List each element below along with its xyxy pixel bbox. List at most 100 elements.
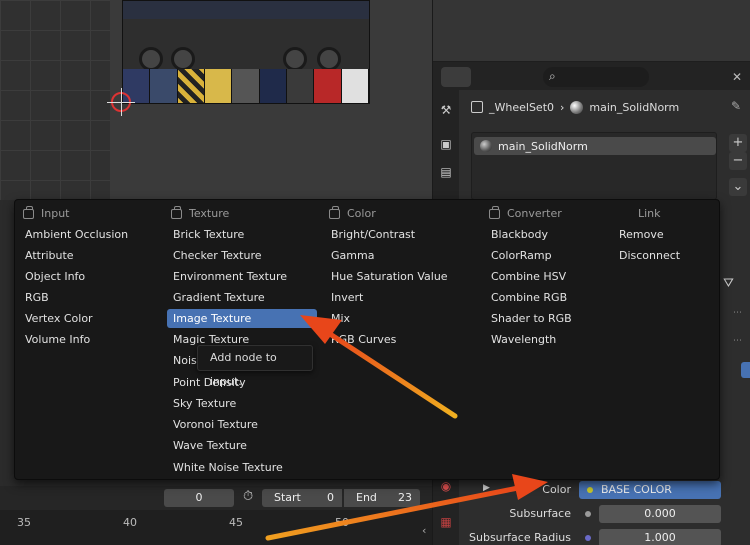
expand-icon[interactable]: ▶ (483, 483, 490, 493)
texture-wheels-region (123, 19, 369, 71)
menu-item-combine-rgb[interactable]: Combine RGB (485, 288, 567, 307)
editor-type-button[interactable] (441, 67, 471, 87)
texture-tiles (123, 69, 369, 103)
chevron-down-icon[interactable]: ⌄ (729, 178, 747, 196)
socket-dot-icon[interactable] (585, 511, 591, 517)
menu-item-shader-to-rgb[interactable]: Shader to RGB (485, 309, 572, 328)
timeline-ruler[interactable]: 35 40 45 50 ‹ (0, 510, 432, 545)
texture-tile (341, 69, 369, 103)
menu-item-combine-hsv[interactable]: Combine HSV (485, 267, 566, 286)
node-tool-icon[interactable]: ⛛ (723, 276, 734, 291)
texture-tile (314, 69, 342, 103)
material-slot-label: main_SolidNorm (498, 139, 588, 153)
base-color-label: Color (542, 483, 571, 496)
menu-item-invert[interactable]: Invert (325, 288, 363, 307)
menu-item-volume-info[interactable]: Volume Info (19, 330, 90, 349)
drag-handle-icon[interactable]: ⋯ (733, 336, 743, 346)
tool-tab-icon[interactable]: ⚒ (436, 100, 456, 120)
ruler-tick: 45 (229, 516, 243, 529)
plus-icon[interactable]: + (729, 134, 747, 152)
selected-field-strip (741, 362, 750, 378)
image-editor-viewport[interactable] (0, 0, 432, 200)
texture-wheel (317, 47, 341, 71)
texture-wheel (139, 47, 163, 71)
node-category-icon (329, 205, 340, 219)
menu-header-converter: Converter (489, 205, 562, 220)
breadcrumb-material[interactable]: main_SolidNorm (589, 101, 679, 114)
texture-band (123, 1, 369, 19)
ruler-tick: 40 (123, 516, 137, 529)
end-value: 23 (398, 491, 412, 504)
menu-item-blackbody[interactable]: Blackbody (485, 225, 548, 244)
menu-item-image-texture[interactable]: Image Texture (167, 309, 317, 328)
texture-wheel (283, 47, 307, 71)
subsurface-row: Subsurface 0.000 (433, 503, 750, 525)
menu-item-remove[interactable]: Remove (613, 225, 664, 244)
menu-item-sky-texture[interactable]: Sky Texture (167, 394, 236, 413)
menu-item-white-noise-texture[interactable]: White Noise Texture (167, 458, 283, 477)
menu-item-environment-texture[interactable]: Environment Texture (167, 267, 287, 286)
viewport-grid (0, 0, 110, 200)
menu-item-voronoi-texture[interactable]: Voronoi Texture (167, 415, 258, 434)
texture-tile (177, 69, 205, 103)
menu-item-disconnect[interactable]: Disconnect (613, 246, 680, 265)
end-label: End (356, 491, 377, 504)
menu-item-vertex-color[interactable]: Vertex Color (19, 309, 93, 328)
texture-tile (204, 69, 233, 103)
material-icon (570, 100, 584, 114)
start-frame-field[interactable]: Start 0 (262, 489, 342, 507)
menu-item-ambient-occlusion[interactable]: Ambient Occlusion (19, 225, 128, 244)
subsurface-label: Subsurface (509, 507, 571, 520)
ruler-tick: 50 (335, 516, 349, 529)
menu-item-brick-texture[interactable]: Brick Texture (167, 225, 244, 244)
add-node-menu: Input Ambient Occlusion Attribute Object… (14, 199, 720, 480)
texture-tile (232, 69, 260, 103)
texture-tile (259, 69, 287, 103)
material-slot-item[interactable]: main_SolidNorm (474, 137, 716, 155)
material-slot-list: main_SolidNorm (471, 132, 717, 200)
subsurface-radius-field[interactable]: 1.000 (599, 529, 721, 545)
menu-item-object-info[interactable]: Object Info (19, 267, 85, 286)
menu-header-link: Link (638, 207, 661, 220)
menu-item-rgb-curves[interactable]: RGB Curves (325, 330, 396, 349)
menu-item-hue-saturation-value[interactable]: Hue Saturation Value (325, 267, 448, 286)
socket-dot-icon[interactable] (585, 535, 591, 541)
socket-dot-icon[interactable] (587, 487, 593, 493)
menu-item-rgb[interactable]: RGB (19, 288, 49, 307)
current-frame-field[interactable]: 0 (164, 489, 234, 507)
base-color-field[interactable]: BASE COLOR (579, 481, 721, 499)
start-value: 0 (327, 491, 334, 504)
search-input[interactable]: ⌕ (543, 67, 649, 87)
subsurface-radius-label: Subsurface Radius (469, 531, 571, 544)
node-category-icon (489, 205, 500, 219)
menu-item-colorramp[interactable]: ColorRamp (485, 246, 552, 265)
render-tab-icon[interactable]: ▣ (436, 134, 456, 154)
menu-item-gradient-texture[interactable]: Gradient Texture (167, 288, 265, 307)
drag-handle-icon[interactable]: ⋯ (733, 308, 743, 318)
menu-item-wave-texture[interactable]: Wave Texture (167, 436, 247, 455)
close-icon[interactable]: ✕ (727, 67, 747, 87)
3d-cursor-icon[interactable] (107, 88, 135, 116)
timeline-header: 0 ⏱ Start 0 End 23 (0, 486, 432, 510)
ruler-tick: 35 (17, 516, 31, 529)
output-tab-icon[interactable]: ▤ (436, 162, 456, 182)
menu-item-attribute[interactable]: Attribute (19, 246, 74, 265)
menu-item-wavelength[interactable]: Wavelength (485, 330, 556, 349)
stopwatch-icon[interactable]: ⏱ (243, 489, 253, 504)
menu-item-gamma[interactable]: Gamma (325, 246, 374, 265)
properties-header: ⌕ ✕ (433, 62, 750, 90)
breadcrumb-object[interactable]: _WheelSet0 (489, 101, 554, 114)
minus-icon[interactable]: − (729, 152, 747, 170)
breadcrumb-separator-icon: › (560, 100, 565, 114)
tooltip: Add node to input. (197, 345, 313, 388)
end-frame-field[interactable]: End 23 (344, 489, 420, 507)
base-color-row: ▶ Color BASE COLOR (433, 479, 750, 501)
menu-item-bright-contrast[interactable]: Bright/Contrast (325, 225, 415, 244)
menu-item-checker-texture[interactable]: Checker Texture (167, 246, 262, 265)
material-icon (480, 140, 492, 152)
menu-header-input: Input (23, 205, 69, 220)
chevron-left-icon[interactable]: ‹ (422, 524, 426, 537)
pin-icon[interactable]: ✎ (731, 99, 741, 113)
menu-item-mix[interactable]: Mix (325, 309, 350, 328)
subsurface-field[interactable]: 0.000 (599, 505, 721, 523)
